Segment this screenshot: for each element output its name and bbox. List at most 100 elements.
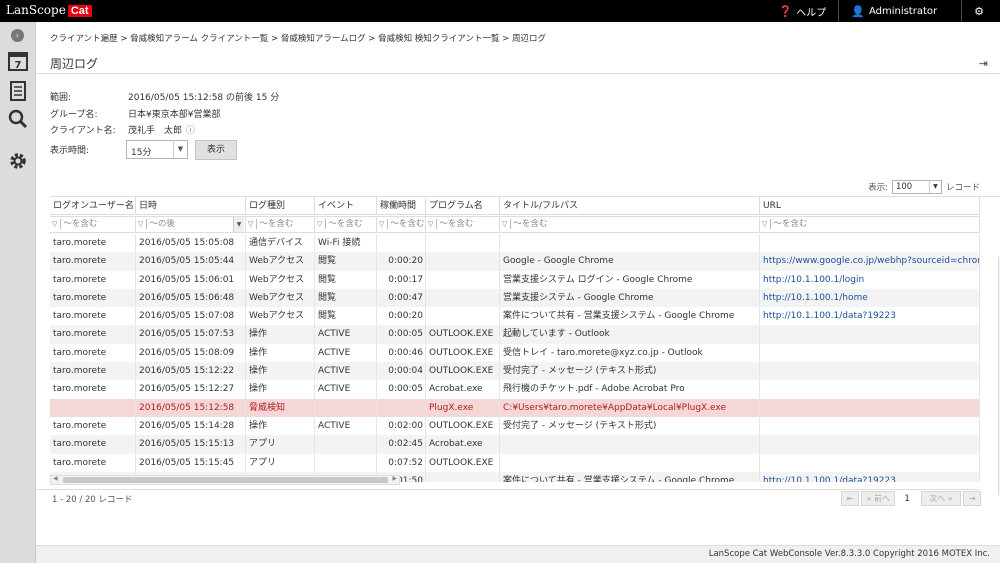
user-icon: 👤 — [851, 4, 865, 18]
cell-url[interactable]: http://10.1.100.1/data?19223 — [760, 471, 980, 482]
cell-user: taro.morete — [50, 435, 136, 454]
horizontal-scrollbar[interactable]: ◀ ▶ — [50, 475, 400, 485]
filter-event[interactable]: ▽ ～を含む — [315, 216, 377, 233]
grid-body: taro.morete 2016/05/05 15:05:08 通信デバイス Wi-F… — [50, 234, 980, 482]
cell-url — [760, 435, 980, 454]
search-icon[interactable] — [7, 108, 29, 130]
cell-url[interactable]: https://www.google.co.jp/webhp?sourceid=… — [760, 252, 980, 271]
cell-event — [315, 453, 377, 472]
cell-program: Acrobat.exe — [426, 435, 500, 454]
cell-log-type: 脅威検知 — [246, 398, 315, 417]
cell-event: ACTIVE — [315, 343, 377, 363]
cell-uptime: 0:02:45 — [377, 435, 426, 454]
column-header-title[interactable]: タイトル/フルパス — [500, 197, 760, 215]
cell-program — [426, 288, 500, 308]
column-header-user[interactable]: ログオンユーザー名 — [50, 197, 136, 215]
cell-event — [315, 398, 377, 417]
chevron-down-icon[interactable]: ▼ — [233, 217, 244, 232]
table-row[interactable]: taro.morete 2016/05/05 15:12:22 操作 ACTIVE 0:… — [50, 362, 980, 381]
cell-uptime: 0:07:52 — [377, 453, 426, 472]
group-label: グループ名: — [50, 110, 98, 120]
filter-icon: ▽ — [379, 220, 385, 228]
exit-icon[interactable]: ⇥ — [979, 57, 988, 70]
filter-title-text: ～を含む — [513, 219, 548, 229]
table-row[interactable]: taro.morete 2016/05/05 15:07:53 操作 ACTIVE 0:… — [50, 325, 980, 344]
table-row[interactable]: taro.morete 2016/05/05 15:06:48 Webアクセス 閲覧 0… — [50, 288, 980, 308]
cell-url — [760, 416, 980, 436]
cell-url[interactable]: http://10.1.100.1/login — [760, 270, 980, 289]
cell-title: 案件について共有 - 営業支援システム - Google Chrome — [500, 471, 760, 482]
gear-icon[interactable] — [7, 150, 29, 172]
cell-user: taro.morete — [50, 288, 136, 308]
first-page-button[interactable]: ⇤ — [841, 491, 860, 506]
table-row[interactable]: taro.morete 2016/05/05 15:12:27 操作 ACTIVE 0:… — [50, 380, 980, 399]
cell-event: 閲覧 — [315, 288, 377, 308]
filter-datetime[interactable]: ▽ ～の後 ▼ — [136, 216, 246, 233]
scroll-left-icon[interactable]: ◀ — [53, 475, 58, 482]
expand-nav-button[interactable]: › — [11, 29, 24, 42]
cell-title: C:¥Users¥taro.morete¥AppData¥Local¥PlugX… — [500, 398, 760, 417]
scroll-thumb[interactable] — [63, 477, 388, 483]
settings-button[interactable]: ⚙ — [962, 0, 1000, 22]
cell-datetime: 2016/05/05 15:05:44 — [136, 252, 246, 271]
range-value: 2016/05/05 15:12:58 の前後 15 分 — [128, 93, 280, 103]
filter-log-type[interactable]: ▽ ～を含む — [246, 216, 315, 233]
table-row[interactable]: taro.morete 2016/05/05 15:14:28 操作 ACTIVE 0:… — [50, 416, 980, 436]
table-row[interactable]: taro.morete 2016/05/05 15:15:13 アプリ 0:02:45… — [50, 435, 980, 454]
app-logo[interactable]: LanScope Cat — [6, 3, 92, 17]
column-header-program[interactable]: プログラム名 — [426, 197, 500, 215]
filter-title[interactable]: ▽ ～を含む — [500, 216, 760, 233]
filter-user[interactable]: ▽ ～を含む — [50, 216, 136, 233]
prev-page-button[interactable]: « 前へ — [861, 491, 896, 506]
divider — [770, 218, 772, 229]
table-row[interactable]: taro.morete 2016/05/05 15:07:08 Webアクセス 閲覧 0… — [50, 307, 980, 326]
show-button[interactable]: 表示 — [195, 140, 237, 160]
breadcrumb[interactable]: クライアント遍歴 > 脅威検知アラーム クライアント一覧 > 脅威検知アラームロ… — [50, 32, 546, 44]
table-row[interactable]: taro.morete 2016/05/05 15:15:45 アプリ 0:07:52… — [50, 453, 980, 472]
last-page-button[interactable]: ⇥ — [963, 491, 981, 506]
cell-url[interactable]: http://10.1.100.1/data?19223 — [760, 307, 980, 326]
column-header-url[interactable]: URL — [760, 197, 980, 215]
cell-uptime: 0:02:00 — [377, 416, 426, 436]
divider — [146, 218, 148, 229]
user-menu[interactable]: 👤 Administrator — [839, 0, 961, 22]
filter-uptime[interactable]: ▽ ～を含む — [377, 216, 426, 233]
cell-event: ACTIVE — [315, 325, 377, 344]
cell-title — [500, 435, 760, 454]
table-row[interactable]: 2016/05/05 15:12:58 脅威検知 PlugX.exe C:¥Users… — [50, 398, 980, 417]
column-header-datetime[interactable]: 日時 — [136, 197, 246, 215]
next-page-button[interactable]: 次へ » — [921, 491, 961, 506]
cell-log-type: Webアクセス — [246, 270, 315, 289]
cell-title: 案件について共有 - 営業支援システム - Google Chrome — [500, 307, 760, 326]
table-row[interactable]: taro.morete 2016/05/05 15:05:08 通信デバイス Wi-F… — [50, 234, 980, 253]
pagination: ⇤ « 前へ 1 次へ » ⇥ — [839, 491, 981, 506]
cell-datetime: 2016/05/05 15:06:48 — [136, 288, 246, 308]
table-row[interactable]: taro.morete 2016/05/05 15:08:09 操作 ACTIVE 0:… — [50, 343, 980, 363]
cell-url[interactable]: http://10.1.100.1/home — [760, 288, 980, 308]
cell-log-type: アプリ — [246, 453, 315, 472]
document-list-icon[interactable] — [7, 80, 29, 102]
help-button[interactable]: ❓ ヘルプ — [767, 0, 839, 22]
scroll-right-icon[interactable]: ▶ — [392, 475, 397, 482]
column-header-log-type[interactable]: ログ種別 — [246, 197, 315, 215]
display-time-select[interactable]: 15分 ▼ — [126, 140, 188, 159]
page-size-select[interactable]: 100 ▼ — [891, 180, 942, 194]
divider — [325, 218, 327, 229]
filter-url-text: ～を含む — [773, 219, 808, 229]
table-row[interactable]: taro.morete 2016/05/05 15:06:01 Webアクセス 閲覧 0… — [50, 270, 980, 289]
cell-uptime: 0:00:46 — [377, 343, 426, 363]
filter-url[interactable]: ▽ ～を含む — [760, 216, 980, 233]
cell-event: Wi-Fi 接続 — [315, 234, 377, 253]
page-size-value: 100 — [895, 182, 913, 192]
cell-title: 受付完了 - メッセージ (テキスト形式) — [500, 362, 760, 381]
column-header-event[interactable]: イベント — [315, 197, 377, 215]
grid-header: ログオンユーザー名 日時 ログ種別 イベント 稼働時間 プログラム名 タイトル/… — [50, 197, 980, 215]
calendar-icon[interactable]: 7 — [7, 50, 29, 72]
cell-user: taro.morete — [50, 453, 136, 472]
table-row[interactable]: taro.morete 2016/05/05 15:05:44 Webアクセス 閲覧 0… — [50, 252, 980, 271]
filter-user-text: ～を含む — [63, 219, 98, 229]
filter-program[interactable]: ▽ ～を含む — [426, 216, 500, 233]
filter-icon: ▽ — [762, 220, 768, 228]
column-header-uptime[interactable]: 稼働時間 — [377, 197, 426, 215]
info-icon[interactable]: ⓘ — [186, 123, 195, 136]
